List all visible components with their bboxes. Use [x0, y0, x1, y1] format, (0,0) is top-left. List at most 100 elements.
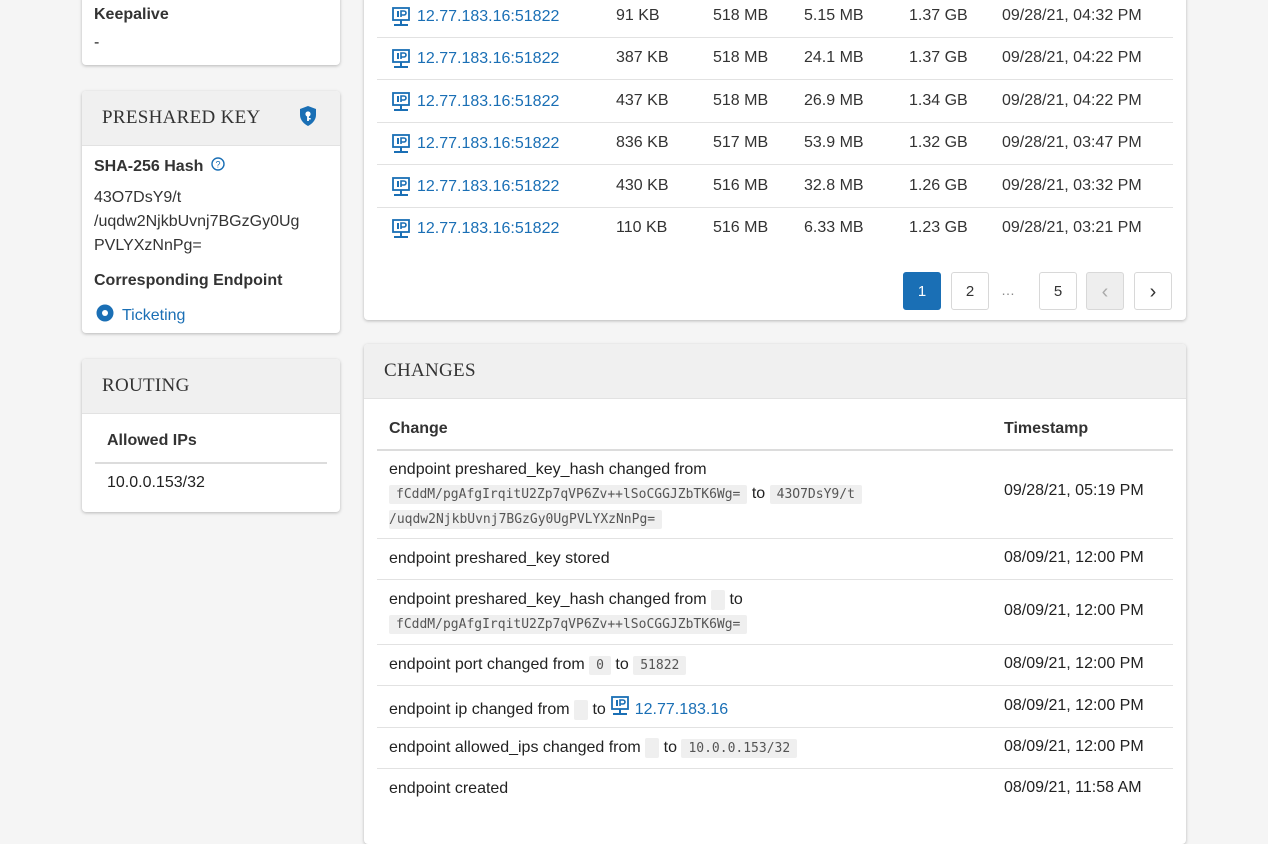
prev-page-button[interactable]: ‹ [1086, 272, 1124, 310]
next-page-button[interactable]: › [1134, 272, 1172, 310]
session-c5: 1.37 GB [909, 7, 968, 24]
change-timestamp: 08/09/21, 12:00 PM [1004, 738, 1144, 755]
session-ip[interactable]: 12.77.183.16:51822 [417, 93, 559, 111]
ip-address-icon [391, 177, 411, 197]
old-value [645, 737, 660, 758]
session-c2: 387 KB [616, 49, 669, 66]
col-timestamp: Timestamp [1004, 420, 1089, 437]
ip-link[interactable]: 12.77.183.16 [635, 701, 728, 718]
new-value-cont: /uqdw2NjkbUvnj7BGzGy0UgPVLYXzNnPg= [389, 510, 663, 529]
routing-card: ROUTING Allowed IPs 10.0.0.153/32 [82, 359, 340, 512]
pagination-ellipsis: … [1001, 282, 1015, 298]
session-c5: 1.34 GB [909, 92, 968, 109]
session-row: 12.77.183.16:51822 430 KB 516 MB 32.8 MB 1.2… [377, 165, 1173, 208]
change-row: endpoint preshared_key_hash changed from… [377, 450, 1173, 539]
changes-title: CHANGES [384, 360, 476, 381]
changes-card: CHANGES Change Timestamp endpoint presha… [364, 344, 1186, 844]
new-value: fCddM/pgAfgIrqitU2Zp7qVP6Zv++lSoCGGJZbTK… [389, 615, 748, 634]
old-value: fCddM/pgAfgIrqitU2Zp7qVP6Zv++lSoCGGJZbTK… [389, 485, 748, 504]
card-header: ROUTING [82, 359, 340, 414]
ip-address-icon [610, 696, 630, 724]
shield-key-icon [298, 105, 318, 132]
session-endpoint-link[interactable]: 12.77.183.16:51822 [391, 49, 559, 69]
ip-address-icon [391, 219, 411, 239]
routing-title: ROUTING [102, 375, 190, 396]
change-timestamp: 08/09/21, 11:58 AM [1004, 779, 1142, 796]
session-row: 12.77.183.16:51822 437 KB 518 MB 26.9 MB 1.3… [377, 80, 1173, 123]
keepalive-label: Keepalive [94, 6, 169, 23]
change-row: endpoint allowed_ips changed from to 10.… [377, 728, 1173, 769]
session-c5: 1.32 GB [909, 134, 968, 151]
change-timestamp: 08/09/21, 12:00 PM [1004, 549, 1144, 566]
session-ip[interactable]: 12.77.183.16:51822 [417, 178, 559, 196]
preshared-key-title: PRESHARED KEY [102, 107, 261, 128]
keepalive-value: - [94, 34, 100, 51]
session-endpoint-link[interactable]: 12.77.183.16:51822 [391, 7, 559, 27]
old-value [574, 700, 589, 720]
session-time: 09/28/21, 03:47 PM [1002, 134, 1142, 151]
session-endpoint-link[interactable]: 12.77.183.16:51822 [391, 177, 559, 197]
session-ip[interactable]: 12.77.183.16:51822 [417, 220, 559, 238]
session-ip[interactable]: 12.77.183.16:51822 [417, 50, 559, 68]
change-timestamp: 08/09/21, 12:00 PM [1004, 655, 1144, 672]
session-c2: 91 KB [616, 7, 660, 24]
session-c2: 430 KB [616, 177, 669, 194]
page-2-button[interactable]: 2 [951, 272, 989, 310]
session-c4: 26.9 MB [804, 92, 864, 109]
session-ip[interactable]: 12.77.183.16:51822 [417, 135, 559, 153]
session-c2: 836 KB [616, 134, 669, 151]
session-c3: 518 MB [713, 92, 769, 109]
sha256-hash-label: SHA-256 Hash [94, 157, 204, 175]
session-c4: 24.1 MB [804, 49, 864, 66]
help-icon[interactable]: ? [211, 157, 226, 176]
session-c3: 516 MB [713, 219, 769, 236]
allowed-ips-label: Allowed IPs [107, 432, 197, 449]
session-c3: 518 MB [713, 49, 769, 66]
session-c2: 110 KB [616, 219, 668, 236]
page-1-button[interactable]: 1 [903, 272, 941, 310]
session-time: 09/28/21, 04:22 PM [1002, 92, 1142, 109]
old-value: 0 [589, 656, 611, 675]
session-ip[interactable]: 12.77.183.16:51822 [417, 8, 559, 26]
session-time: 09/28/21, 03:32 PM [1002, 177, 1142, 194]
session-c3: 516 MB [713, 177, 769, 194]
endpoint-name[interactable]: Ticketing [122, 307, 185, 325]
session-time: 09/28/21, 03:21 PM [1002, 219, 1142, 236]
session-c4: 53.9 MB [804, 134, 864, 151]
session-c3: 518 MB [713, 7, 769, 24]
change-row: endpoint preshared_key_hash changed from… [377, 580, 1173, 645]
session-endpoint-link[interactable]: 12.77.183.16:51822 [391, 134, 559, 154]
session-endpoint-link[interactable]: 12.77.183.16:51822 [391, 92, 559, 112]
preshared-key-card: PRESHARED KEY SHA-256 Hash ? 43O7DsY9/t … [82, 91, 340, 333]
session-c5: 1.26 GB [909, 177, 968, 194]
session-endpoint-link[interactable]: 12.77.183.16:51822 [391, 219, 559, 239]
sessions-card: 12.77.183.16:51822 91 KB 518 MB 5.15 MB 1.37… [364, 0, 1186, 320]
keepalive-card: Keepalive - [82, 0, 340, 65]
session-row: 12.77.183.16:51822 387 KB 518 MB 24.1 MB 1.3… [377, 37, 1173, 80]
sha256-hash-value: 43O7DsY9/t /uqdw2NjkbUvnj7BGzGy0Ug PVLYX… [94, 189, 300, 254]
change-timestamp: 08/09/21, 12:00 PM [1004, 602, 1144, 619]
ip-address-icon [391, 7, 411, 27]
endpoint-status-icon [96, 304, 114, 327]
ip-address-icon [391, 92, 411, 112]
col-change: Change [389, 420, 448, 437]
allowed-ips-value: 10.0.0.153/32 [107, 474, 205, 491]
new-value: 43O7DsY9/t [769, 485, 862, 504]
session-c5: 1.37 GB [909, 49, 968, 66]
corresponding-endpoint-label: Corresponding Endpoint [94, 272, 283, 289]
new-value: 10.0.0.153/32 [681, 739, 798, 758]
ip-address-icon [391, 134, 411, 154]
new-value: 51822 [633, 656, 687, 675]
change-row: endpoint created 08/09/21, 11:58 AM [389, 779, 1142, 797]
endpoint-link[interactable]: Ticketing [96, 304, 185, 327]
change-timestamp: 09/28/21, 05:19 PM [1004, 482, 1144, 499]
page-5-button[interactable]: 5 [1039, 272, 1077, 310]
session-time: 09/28/21, 04:22 PM [1002, 49, 1142, 66]
change-timestamp: 08/09/21, 12:00 PM [1004, 697, 1144, 714]
session-c4: 32.8 MB [804, 177, 864, 194]
change-row: endpoint ip changed from to 12.77.183.16… [377, 686, 1173, 728]
change-row: endpoint port changed from 0 to 51822 08… [377, 645, 1173, 686]
divider [95, 462, 327, 464]
session-c4: 5.15 MB [804, 7, 864, 24]
change-row: endpoint preshared_key stored 08/09/21, … [377, 539, 1173, 580]
